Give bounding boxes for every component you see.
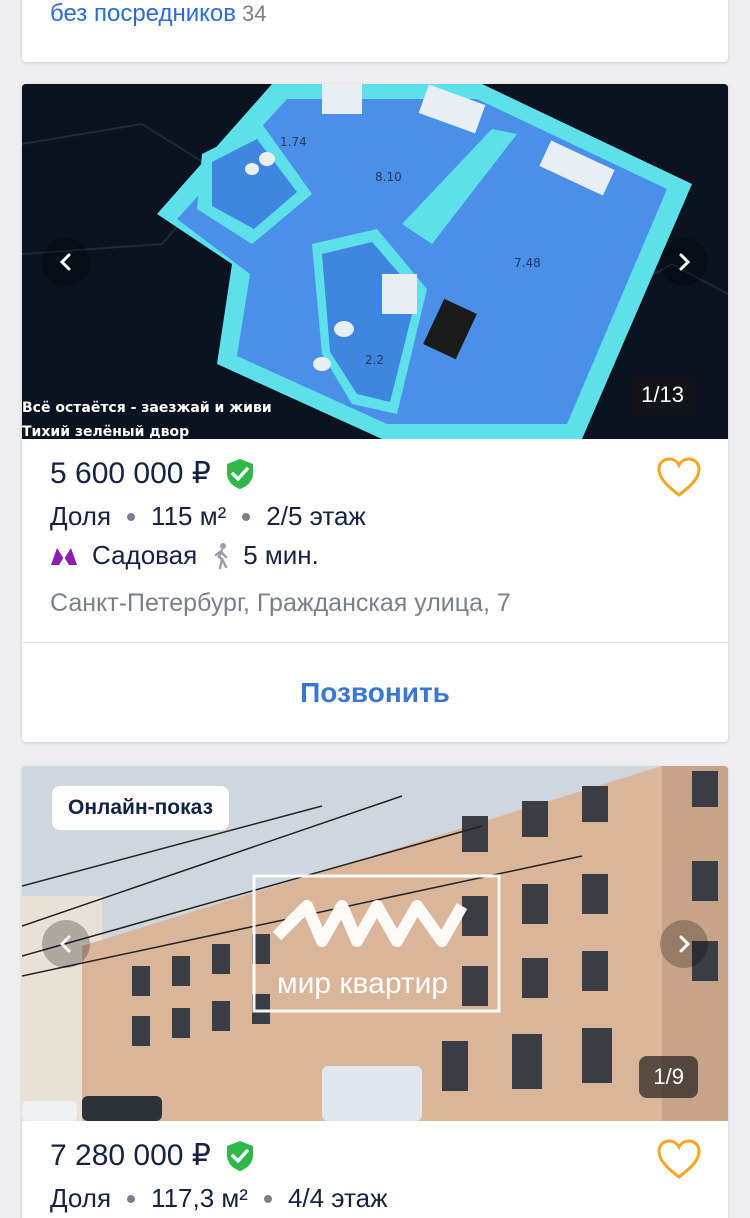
plan-label: 8.10 <box>375 170 402 184</box>
listing-photo[interactable]: мир квартир Онлайн-показ 1/9 <box>22 766 728 1121</box>
photo-caption: Всё остаётся - заезжай и живи <box>22 400 272 416</box>
floor-plan-image: 1.74 8.10 7.48 2.2 <box>22 84 728 439</box>
next-photo-button[interactable] <box>660 920 708 968</box>
separator-dot <box>127 1194 136 1203</box>
heart-outline-icon[interactable] <box>656 1138 702 1180</box>
metro-time: 5 мин. <box>243 540 319 570</box>
listing-card[interactable]: мир квартир Онлайн-показ 1/9 7 280 000 ₽… <box>22 766 728 1218</box>
listing-params: Доля 115 м² 2/5 этаж <box>50 501 700 532</box>
online-showing-badge: Онлайн-показ <box>52 786 230 830</box>
heart-outline-icon[interactable] <box>656 456 702 498</box>
prev-photo-button[interactable] <box>42 920 90 968</box>
photo-counter: 1/13 <box>627 374 698 416</box>
listing-floor: 2/5 этаж <box>266 501 366 531</box>
listing-address: Санкт-Петербург, Гражданская улица, 7 <box>50 589 511 617</box>
listing-type: Доля <box>50 501 112 531</box>
watermark-text: мир квартир <box>277 967 448 1000</box>
chevron-left-icon <box>59 935 71 953</box>
prev-photo-button[interactable] <box>42 238 90 286</box>
shield-check-icon <box>226 458 253 489</box>
no-agents-label: без посредников <box>50 0 237 27</box>
listing-type: Доля <box>50 1183 112 1213</box>
listing-photo[interactable]: 1.74 8.10 7.48 2.2 Всё остаётся - заезжа… <box>22 84 728 439</box>
separator-dot <box>127 512 136 521</box>
photo-caption: Тихий зелёный двор <box>22 424 190 439</box>
divider <box>22 642 728 643</box>
metro-m-icon <box>51 547 77 565</box>
shield-check-icon <box>226 1140 253 1171</box>
listing-price: 5 600 000 ₽ <box>50 457 211 490</box>
next-photo-button[interactable] <box>660 238 708 286</box>
listing-price: 7 280 000 ₽ <box>50 1139 211 1172</box>
photo-counter: 1/9 <box>639 1056 698 1098</box>
separator-dot <box>263 1194 272 1203</box>
chevron-right-icon <box>679 935 691 953</box>
metro-station: Садовая <box>92 540 198 570</box>
listing-params: Доля 117,3 м² 4/4 этаж <box>50 1183 700 1214</box>
plan-label: 7.48 <box>514 256 541 270</box>
plan-label: 1.74 <box>280 135 307 149</box>
listing-area: 117,3 м² <box>151 1183 248 1213</box>
chevron-left-icon <box>59 253 71 271</box>
plan-label: 2.2 <box>365 353 384 367</box>
no-agents-count: 34 <box>242 1 267 26</box>
chevron-right-icon <box>679 253 691 271</box>
listing-info: 7 280 000 ₽ Доля 117,3 м² 4/4 этаж <box>50 1138 700 1214</box>
no-agents-link[interactable]: без посредников 34 <box>50 0 267 28</box>
listing-card[interactable]: 1.74 8.10 7.48 2.2 Всё остаётся - заезжа… <box>22 84 728 742</box>
listing-area: 115 м² <box>151 501 227 531</box>
listing-floor: 4/4 этаж <box>287 1183 388 1213</box>
metro-info: Садовая 5 мин. <box>50 540 700 571</box>
listing-info: 5 600 000 ₽ Доля 115 м² 2/5 этаж Садовая <box>50 456 700 618</box>
separator-dot <box>242 512 251 521</box>
pedestrian-icon <box>214 542 228 569</box>
filter-card: без посредников 34 <box>22 0 728 62</box>
call-button[interactable]: Позвонить <box>22 644 728 742</box>
